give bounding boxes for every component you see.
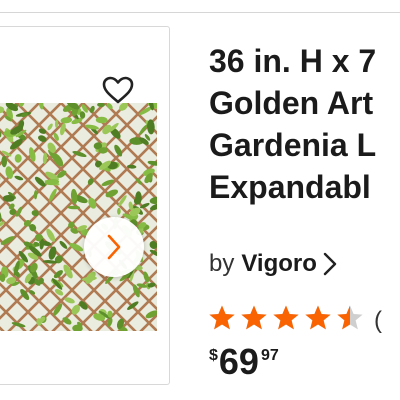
star-icon — [209, 305, 235, 330]
next-image-button[interactable] — [84, 217, 144, 277]
price-dollars: 69 — [218, 341, 259, 382]
star-icon — [337, 305, 363, 330]
brand-link[interactable]: by Vigoro — [209, 248, 337, 280]
add-to-favorites-button[interactable] — [99, 73, 137, 107]
price: $ 69 97 — [209, 342, 279, 382]
product-title: 36 in. H x 7 Golden Art Gardenia L Expan… — [209, 43, 377, 205]
star-icon — [241, 305, 267, 330]
brand-name: Vigoro — [241, 250, 317, 277]
star-icon — [273, 305, 299, 330]
chevron-right-icon — [323, 252, 337, 276]
star-icon — [305, 305, 331, 330]
price-currency: $ — [209, 347, 218, 364]
review-count[interactable]: ( — [374, 307, 382, 335]
product-image-card — [0, 26, 170, 385]
product-image — [0, 103, 157, 331]
top-divider — [0, 0, 400, 13]
star-rating — [208, 304, 368, 337]
by-label: by — [209, 250, 235, 277]
price-cents: 97 — [260, 347, 279, 364]
heart-outline-icon — [102, 76, 134, 104]
rating-stars[interactable]: ( — [208, 304, 382, 337]
chevron-right-icon — [107, 234, 121, 260]
